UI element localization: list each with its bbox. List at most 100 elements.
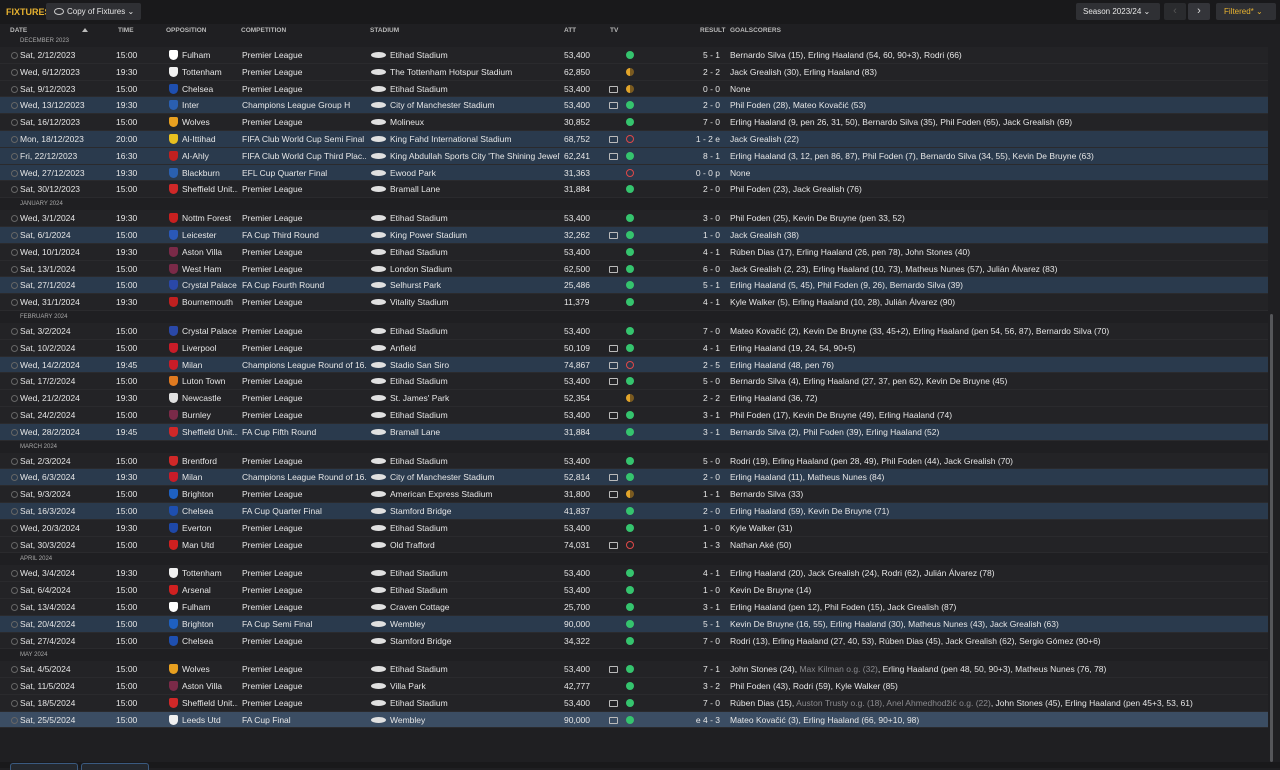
competition-link[interactable]: FA Cup Fifth Round — [242, 424, 366, 440]
competition-link[interactable]: Champions League Round of 16... — [242, 469, 366, 485]
competition-link[interactable]: FA Cup Final — [242, 712, 366, 728]
opposition-link[interactable]: Al-Ahly — [182, 148, 238, 164]
match-result[interactable]: 2 - 0 — [690, 97, 720, 113]
match-result[interactable]: 2 - 0 — [690, 181, 720, 197]
competition-link[interactable]: Premier League — [242, 390, 366, 406]
opposition-link[interactable]: Burnley — [182, 407, 238, 423]
match-result[interactable]: 4 - 1 — [690, 340, 720, 356]
fixture-row[interactable]: Wed, 31/1/2024 19:30 Bournemouth Premier Le… — [0, 294, 1268, 311]
column-competition[interactable]: COMPETITION — [241, 27, 286, 34]
match-result[interactable]: 5 - 0 — [690, 453, 720, 469]
match-result[interactable]: 2 - 0 — [690, 503, 720, 519]
opposition-link[interactable]: Bournemouth — [182, 294, 238, 310]
fixture-row[interactable]: Wed, 10/1/2024 19:30 Aston Villa Premier Le… — [0, 243, 1268, 261]
match-result[interactable]: 1 - 2 e — [690, 131, 720, 147]
match-result[interactable]: 1 - 3 — [690, 537, 720, 553]
opposition-link[interactable]: Liverpool — [182, 340, 238, 356]
view-selector-button[interactable]: Copy of Fixtures ⌄ — [46, 3, 141, 20]
fixture-row[interactable]: Sat, 13/4/2024 15:00 Fulham Premier League C… — [0, 598, 1268, 616]
competition-link[interactable]: Premier League — [242, 537, 366, 553]
opposition-link[interactable]: Nottm Forest — [182, 210, 238, 226]
match-result[interactable]: 7 - 0 — [690, 633, 720, 649]
opposition-link[interactable]: Blackburn — [182, 165, 238, 181]
fixture-row[interactable]: Wed, 13/12/2023 19:30 Inter Champions Leagu… — [0, 97, 1268, 115]
opposition-link[interactable]: Wolves — [182, 661, 238, 677]
fixture-row[interactable]: Sat, 6/4/2024 15:00 Arsenal Premier League E… — [0, 582, 1268, 599]
competition-link[interactable]: Premier League — [242, 678, 366, 694]
fixture-row[interactable]: Sat, 6/1/2024 15:00 Leicester FA Cup Third … — [0, 226, 1268, 244]
competition-link[interactable]: Premier League — [242, 340, 366, 356]
bottom-button-second[interactable] — [81, 763, 149, 770]
fixture-row[interactable]: Wed, 14/2/2024 19:45 Milan Champions League… — [0, 356, 1268, 374]
match-result[interactable]: 1 - 0 — [690, 582, 720, 598]
opposition-link[interactable]: Chelsea — [182, 81, 238, 97]
fixture-row[interactable]: Sat, 27/4/2024 15:00 Chelsea Premier League… — [0, 632, 1268, 650]
fixture-row[interactable]: Sat, 3/2/2024 15:00 Crystal Palace Premier … — [0, 322, 1268, 340]
opposition-link[interactable]: Newcastle — [182, 390, 238, 406]
competition-link[interactable]: Premier League — [242, 633, 366, 649]
competition-link[interactable]: Premier League — [242, 599, 366, 615]
opposition-link[interactable]: Leicester — [182, 227, 238, 243]
fixture-row[interactable]: Sat, 30/3/2024 15:00 Man Utd Premier League… — [0, 536, 1268, 554]
column-opposition[interactable]: OPPOSITION — [166, 27, 206, 34]
fixture-row[interactable]: Sat, 13/1/2024 15:00 West Ham Premier Leagu… — [0, 260, 1268, 278]
column-result[interactable]: RESULT — [700, 27, 726, 34]
match-result[interactable]: 2 - 2 — [690, 64, 720, 80]
match-result[interactable]: 3 - 0 — [690, 210, 720, 226]
match-result[interactable]: 4 - 1 — [690, 565, 720, 581]
fixture-row[interactable]: Sat, 9/12/2023 15:00 Chelsea Premier League… — [0, 80, 1268, 98]
fixture-row[interactable]: Sat, 17/2/2024 15:00 Luton Town Premier Lea… — [0, 373, 1268, 391]
match-result[interactable]: 1 - 0 — [690, 227, 720, 243]
competition-link[interactable]: Premier League — [242, 520, 366, 536]
match-result[interactable]: 7 - 1 — [690, 661, 720, 677]
opposition-link[interactable]: Milan — [182, 469, 238, 485]
opposition-link[interactable]: Sheffield Unit... — [182, 424, 238, 440]
competition-link[interactable]: Premier League — [242, 486, 366, 502]
competition-link[interactable]: Premier League — [242, 323, 366, 339]
competition-link[interactable]: FIFA Club World Cup Third Plac... — [242, 148, 366, 164]
fixture-row[interactable]: Wed, 3/1/2024 19:30 Nottm Forest Premier Le… — [0, 210, 1268, 227]
match-result[interactable]: 5 - 1 — [690, 616, 720, 632]
filter-button[interactable]: Filtered* ⌄ — [1216, 3, 1276, 20]
fixture-row[interactable]: Sat, 16/3/2024 15:00 Chelsea FA Cup Quarter… — [0, 502, 1268, 520]
match-result[interactable]: 3 - 1 — [690, 424, 720, 440]
opposition-link[interactable]: Arsenal — [182, 582, 238, 598]
fixture-row[interactable]: Fri, 22/12/2023 16:30 Al-Ahly FIFA Club Wor… — [0, 147, 1268, 165]
opposition-link[interactable]: Inter — [182, 97, 238, 113]
competition-link[interactable]: Premier League — [242, 81, 366, 97]
competition-link[interactable]: FA Cup Fourth Round — [242, 277, 366, 293]
match-result[interactable]: 2 - 0 — [690, 469, 720, 485]
bottom-button-left[interactable] — [10, 763, 78, 770]
opposition-link[interactable]: Tottenham — [182, 565, 238, 581]
match-result[interactable]: 8 - 1 — [690, 148, 720, 164]
opposition-link[interactable]: Fulham — [182, 599, 238, 615]
fixture-row[interactable]: Mon, 18/12/2023 20:00 Al-Ittihad FIFA Club … — [0, 130, 1268, 148]
fixture-row[interactable]: Wed, 6/12/2023 19:30 Tottenham Premier Leag… — [0, 63, 1268, 81]
competition-link[interactable]: Premier League — [242, 407, 366, 423]
season-selector[interactable]: Season 2023/24 ⌄ — [1076, 3, 1160, 20]
match-result[interactable]: 5 - 0 — [690, 373, 720, 389]
competition-link[interactable]: Premier League — [242, 565, 366, 581]
match-result[interactable]: 1 - 0 — [690, 520, 720, 536]
fixture-row[interactable]: Sat, 24/2/2024 15:00 Burnley Premier League… — [0, 406, 1268, 424]
fixture-row[interactable]: Wed, 27/12/2023 19:30 Blackburn EFL Cup Qua… — [0, 164, 1268, 182]
opposition-link[interactable]: Brighton — [182, 616, 238, 632]
opposition-link[interactable]: Tottenham — [182, 64, 238, 80]
fixture-row[interactable]: Sat, 4/5/2024 15:00 Wolves Premier League Et… — [0, 661, 1268, 679]
opposition-link[interactable]: Al-Ittihad — [182, 131, 238, 147]
opposition-link[interactable]: Brighton — [182, 486, 238, 502]
match-result[interactable]: 2 - 5 — [690, 357, 720, 373]
match-result[interactable]: 3 - 1 — [690, 599, 720, 615]
match-result[interactable]: 5 - 1 — [690, 277, 720, 293]
match-result[interactable]: 4 - 1 — [690, 244, 720, 260]
competition-link[interactable]: Premier League — [242, 661, 366, 677]
match-result[interactable]: 7 - 0 — [690, 695, 720, 711]
opposition-link[interactable]: Crystal Palace — [182, 323, 238, 339]
opposition-link[interactable]: Leeds Utd — [182, 712, 238, 728]
competition-link[interactable]: Champions League Group H — [242, 97, 366, 113]
opposition-link[interactable]: Luton Town — [182, 373, 238, 389]
opposition-link[interactable]: Fulham — [182, 47, 238, 63]
competition-link[interactable]: Premier League — [242, 210, 366, 226]
competition-link[interactable]: FA Cup Quarter Final — [242, 503, 366, 519]
match-result[interactable]: 7 - 0 — [690, 323, 720, 339]
